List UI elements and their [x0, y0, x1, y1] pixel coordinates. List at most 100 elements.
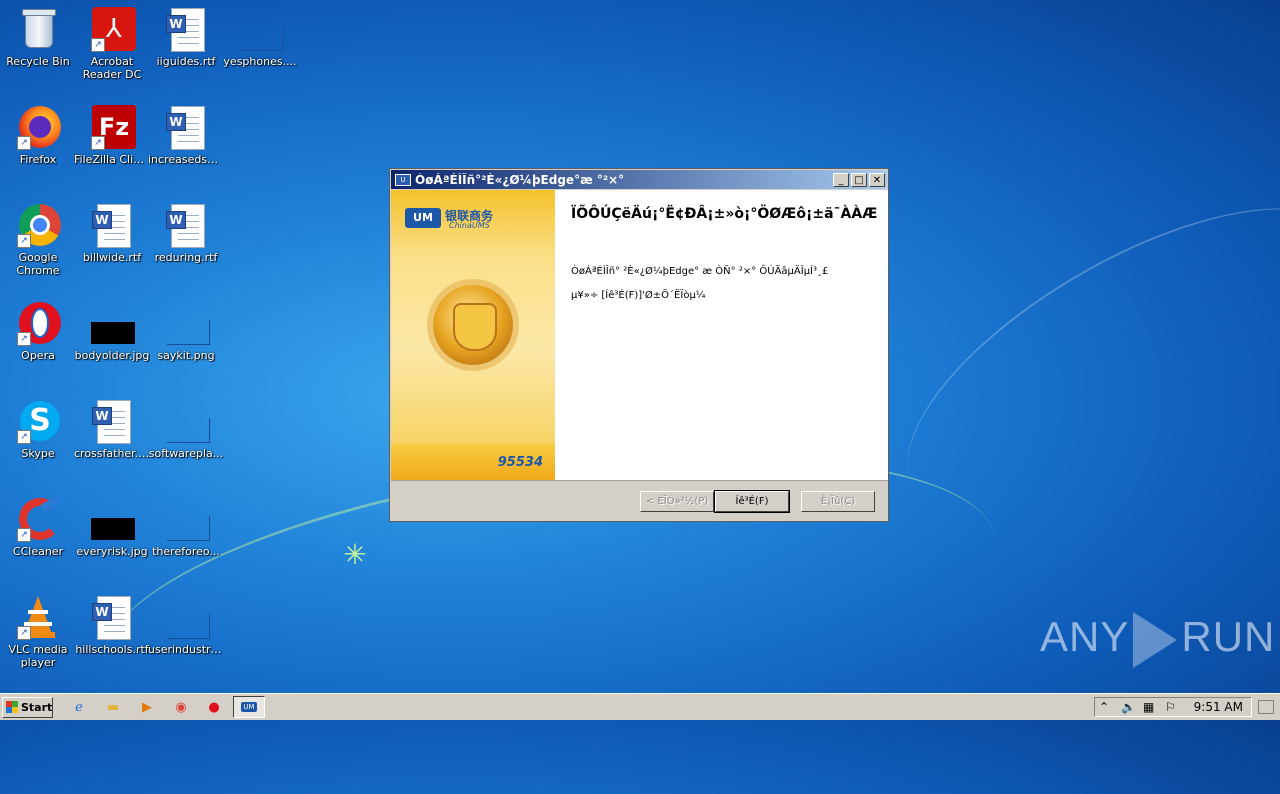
desktop-icon-file[interactable]: userindustri... — [148, 594, 224, 656]
desktop-icon-recycle-bin[interactable]: Recycle Bin — [0, 6, 76, 68]
opera-taskbar-icon[interactable]: ● — [205, 699, 223, 716]
wizard-heading: ÏÕÔÚÇëÄú¡°Ë¢ÐÂ¡±»ò¡°ÖØÆô¡±ä¯ÀÀÆ — [571, 206, 878, 222]
desktop-icon-rtf-file[interactable]: W hillschools.rtf — [74, 594, 150, 656]
desktop-icon-label: userindustri... — [148, 643, 224, 656]
desktop-icon-skype[interactable]: S ↗ Skype — [0, 398, 76, 460]
watermark-right: RUN — [1181, 613, 1276, 661]
blank-file-icon — [163, 300, 210, 346]
desktop-icon-jpg-file[interactable]: bodyolder.jpg — [74, 300, 150, 362]
blank-file-icon — [163, 594, 210, 640]
internet-explorer-icon[interactable]: ℯ — [70, 699, 88, 716]
chrome-taskbar-icon[interactable]: ◉ — [172, 699, 190, 716]
installer-window[interactable]: U ÒøÁªÉÌÎñ°²È«¿Ø¼þEdge°æ °²×° _ □ ✕ UM 银… — [389, 168, 889, 522]
tray-expand-icon[interactable]: ⌃ — [1099, 700, 1109, 714]
shortcut-arrow-icon: ↗ — [17, 626, 31, 640]
vlc-cone-icon: ↗ — [15, 594, 61, 640]
desktop-icon-filezilla[interactable]: Fz ↗ FileZilla Client — [74, 104, 150, 166]
wizard-main: ÏÕÔÚÇëÄú¡°Ë¢ÐÂ¡±»ò¡°ÖØÆô¡±ä¯ÀÀÆ ÒøÁªÉÌÎñ… — [555, 190, 888, 480]
wizard-content: UM 银联商务 ChinaUMS 95534 ÏÕÔÚÇëÄú¡°Ë¢ÐÂ¡±»… — [391, 190, 888, 481]
wizard-message: ÒøÁªÉÌÎñ° ²È«¿Ø¼þEdge° æ ÒÑ° ²×° ÔÚÃâµÄÎ… — [571, 260, 888, 308]
desktop-icon-file[interactable]: thereforeo... — [148, 496, 224, 558]
desktop-icon-label: FileZilla Client — [74, 153, 150, 166]
shield-emblem-icon — [433, 285, 513, 365]
desktop-icon-label: Acrobat Reader DC — [82, 55, 142, 81]
wizard-side-banner: UM 银联商务 ChinaUMS 95534 — [391, 190, 555, 480]
blank-file-icon — [163, 496, 210, 542]
word-document-icon: W — [163, 6, 209, 52]
desktop-icon-rtf-file[interactable]: W increasedse... — [148, 104, 224, 166]
folder-icon[interactable]: ▬ — [104, 699, 122, 716]
wizard-buttons: < ÉÏÒ»²½(P) Íê³É(F) È¡Ïû(C) — [390, 490, 888, 515]
word-document-icon: W — [89, 202, 135, 248]
window-title: ÒøÁªÉÌÎñ°²È«¿Ø¼þEdge°æ °²×° — [415, 172, 625, 187]
desktop-icon-file[interactable]: yesphones.... — [222, 6, 298, 68]
chinaums-logo-icon: UM — [405, 208, 441, 228]
desktop-icon-label: iiguides.rtf — [156, 55, 216, 68]
desktop-icon-jpg-file[interactable]: everyrisk.jpg — [74, 496, 150, 558]
desktop-icon-acrobat-reader[interactable]: ⅄ ↗ Acrobat Reader DC — [74, 6, 150, 81]
desktop-icon-google-chrome[interactable]: ↗ Google Chrome — [0, 202, 76, 277]
shortcut-arrow-icon: ↗ — [17, 430, 31, 444]
back-button[interactable]: < ÉÏÒ»²½(P) — [640, 491, 714, 512]
desktop-icon-label: thereforeo... — [152, 545, 220, 558]
desktop-icon-opera[interactable]: ↗ Opera — [0, 300, 76, 362]
ccleaner-icon: ↗ — [15, 496, 61, 542]
network-icon[interactable]: ▦ — [1143, 700, 1154, 714]
window-titlebar[interactable]: U ÒøÁªÉÌÎñ°²È«¿Ø¼þEdge°æ °²×° _ □ ✕ — [391, 170, 887, 189]
volume-icon[interactable]: 🔈 — [1121, 700, 1136, 714]
media-player-icon[interactable]: ▶ — [138, 699, 156, 716]
desktop-icon-ccleaner[interactable]: ↗ CCleaner — [0, 496, 76, 558]
close-button[interactable]: ✕ — [869, 172, 885, 187]
taskbar-installer-button[interactable]: UM — [233, 696, 265, 718]
acrobat-icon: ⅄ ↗ — [89, 6, 136, 52]
desktop-icon-label: reduring.rtf — [154, 251, 218, 264]
desktop-icon-rtf-file[interactable]: W crossfather.rtf — [74, 398, 150, 460]
minimize-button[interactable]: _ — [833, 172, 849, 187]
desktop-icon-label: VLC media player — [8, 643, 68, 669]
word-document-icon: W — [89, 594, 135, 640]
windows-logo-icon — [6, 701, 18, 713]
taskbar: Start ℯ ▬ ▶ ◉ ● UM ⌃ 🔈 ▦ ⚐ 9:51 AM — [0, 693, 1280, 720]
image-thumbnail-icon — [89, 300, 135, 346]
cancel-button[interactable]: È¡Ïû(C) — [801, 491, 875, 512]
play-logo-icon — [1133, 612, 1178, 668]
desktop-icon-rtf-file[interactable]: W reduring.rtf — [148, 202, 224, 264]
desktop-icon-rtf-file[interactable]: W iiguides.rtf — [148, 6, 224, 68]
word-document-icon: W — [163, 202, 209, 248]
watermark-left: ANY — [1040, 613, 1130, 661]
system-tray: ⌃ 🔈 ▦ ⚐ 9:51 AM — [1094, 697, 1252, 717]
maximize-button[interactable]: □ — [851, 172, 867, 187]
start-button[interactable]: Start — [2, 697, 53, 718]
shortcut-arrow-icon: ↗ — [91, 38, 105, 52]
desktop-icon-label: hillschools.rtf — [75, 643, 149, 656]
finish-button[interactable]: Íê³É(F) — [714, 490, 790, 513]
shortcut-arrow-icon: ↗ — [17, 528, 31, 542]
hotline-number: 95534 — [497, 455, 543, 470]
desktop-icon-label: saykit.png — [157, 349, 215, 362]
wallpaper-glow: ✳ — [343, 538, 367, 571]
desktop-icon-vlc[interactable]: ↗ VLC media player — [0, 594, 76, 669]
chinaums-taskbar-icon: UM — [241, 702, 257, 712]
message-line: µ¥»÷ [Íê³É(F)]'Ø±Õ´ËÏòµ¼ — [571, 290, 706, 301]
chrome-icon: ↗ — [15, 202, 61, 248]
skype-icon: S ↗ — [15, 398, 61, 444]
action-center-flag-icon[interactable]: ⚐ — [1165, 700, 1176, 714]
shortcut-arrow-icon: ↗ — [17, 234, 31, 248]
desktop-icon-label: crossfather.rtf — [74, 447, 150, 460]
desktop-icon-label: softwarepla... — [148, 447, 224, 460]
desktop-icon-label: yesphones.... — [223, 55, 297, 68]
word-document-icon: W — [89, 398, 135, 444]
desktop-icon-firefox[interactable]: ↗ Firefox — [0, 104, 76, 166]
desktop-icon-rtf-file[interactable]: W billwide.rtf — [74, 202, 150, 264]
desktop-icon-png-file[interactable]: saykit.png — [148, 300, 224, 362]
message-line: ÒøÁªÉÌÎñ° ²È«¿Ø¼þEdge° æ ÒÑ° ²×° ÔÚÃâµÄÎ… — [571, 266, 829, 277]
desktop-icon-label: billwide.rtf — [82, 251, 142, 264]
desktop-icon-label: Google Chrome — [16, 251, 60, 277]
show-desktop-button[interactable] — [1258, 700, 1274, 714]
blank-file-icon — [163, 398, 210, 444]
firefox-icon: ↗ — [15, 104, 61, 150]
desktop-icon-file[interactable]: softwarepla... — [148, 398, 224, 460]
clock[interactable]: 9:51 AM — [1194, 700, 1243, 714]
shortcut-arrow-icon: ↗ — [17, 332, 31, 346]
desktop-icon-label: Firefox — [19, 153, 57, 166]
